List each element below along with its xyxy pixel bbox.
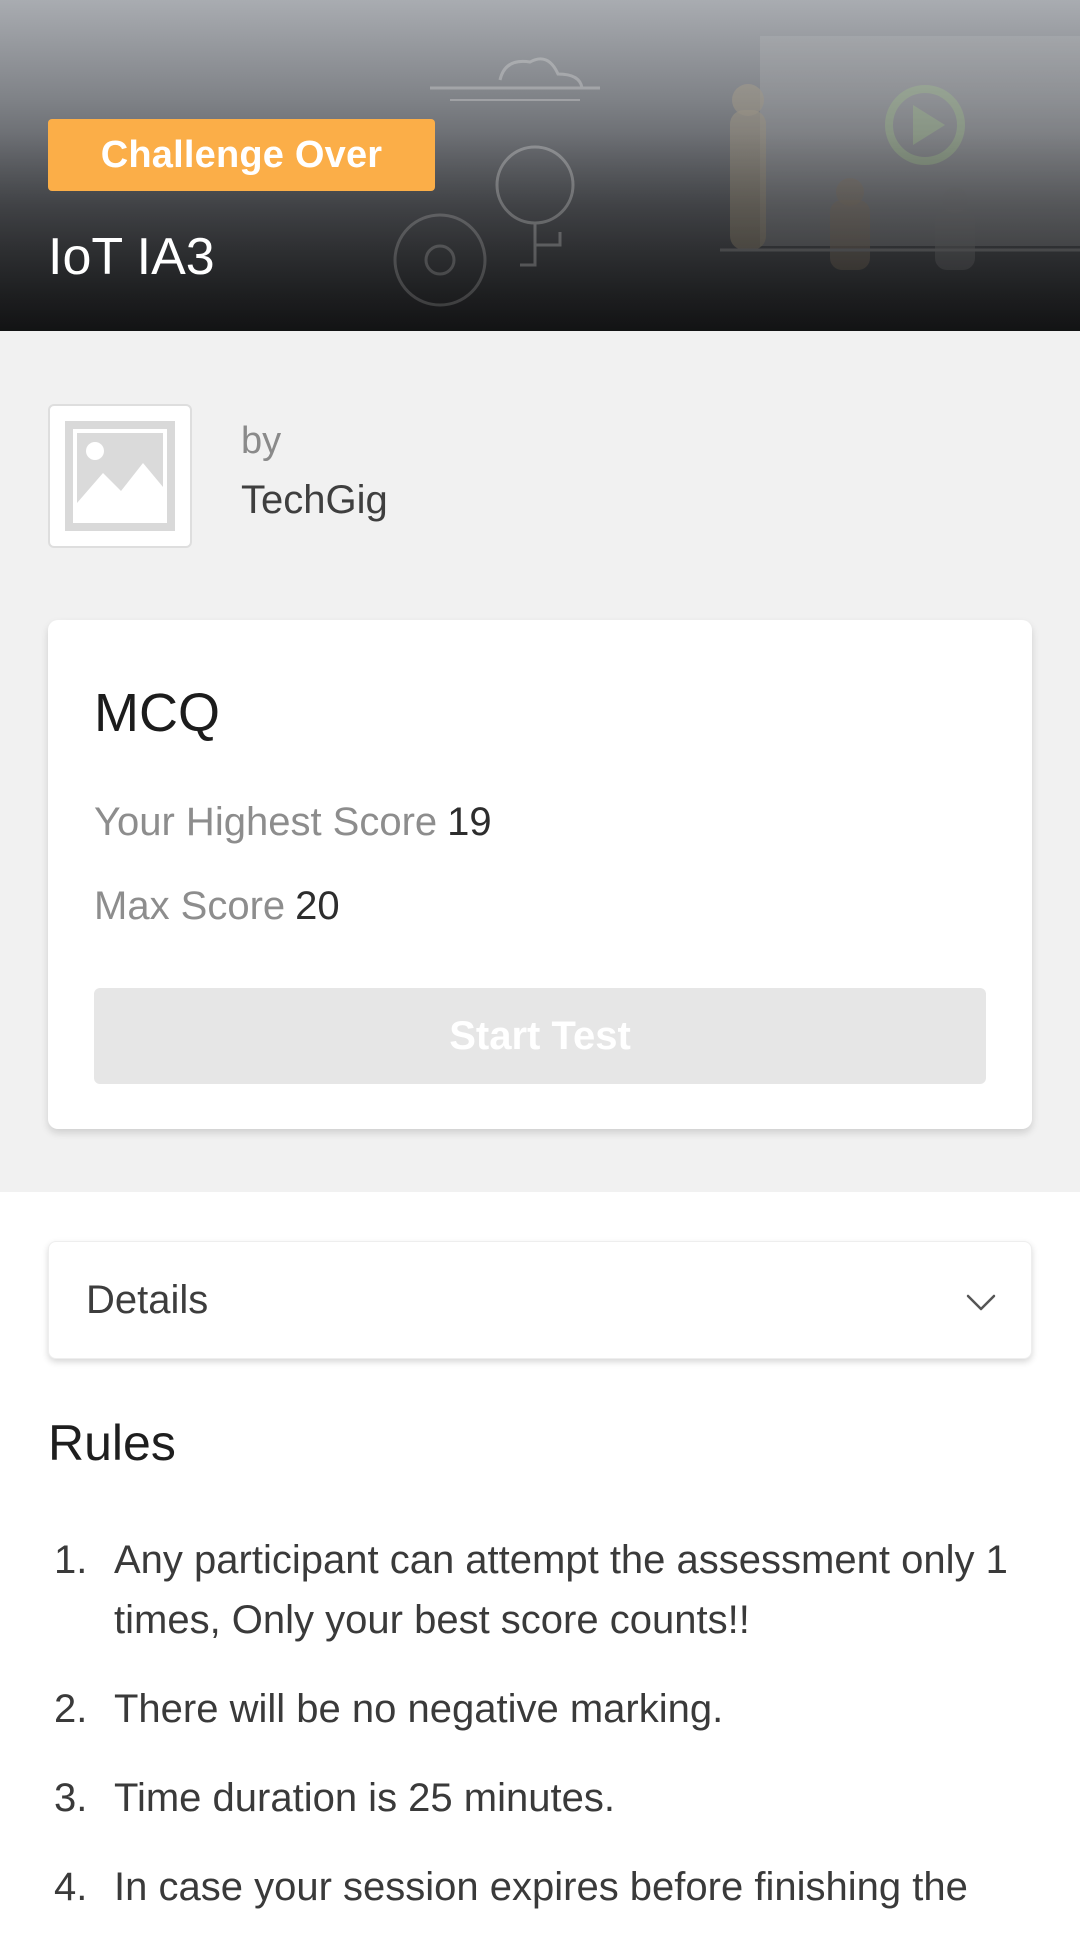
start-test-button[interactable]: Start Test	[94, 988, 986, 1084]
max-score-row: Max Score 20	[94, 884, 340, 929]
organizer-logo	[48, 404, 192, 548]
rule-number: 4.	[54, 1865, 88, 1909]
details-accordion[interactable]: Details	[48, 1241, 1032, 1359]
rule-text: Time duration is 25 minutes.	[114, 1776, 615, 1820]
test-type-title: MCQ	[94, 683, 220, 743]
rule-text: Any participant can attempt the assessme…	[114, 1538, 1008, 1642]
details-label: Details	[86, 1278, 209, 1322]
rules-list: 1. Any participant can attempt the assess…	[48, 1530, 1032, 1946]
highest-score-value: 19	[447, 800, 492, 844]
highest-score-label: Your Highest Score	[94, 800, 438, 844]
image-placeholder-icon	[65, 421, 175, 531]
highest-score-row: Your Highest Score 19	[94, 800, 492, 845]
rule-item: 4. In case your session expires before fi…	[48, 1857, 1032, 1917]
test-card: MCQ Your Highest Score 19 Max Score 20 Sta…	[48, 620, 1032, 1129]
rules-heading: Rules	[48, 1415, 176, 1471]
rule-text: There will be no negative marking.	[114, 1687, 724, 1731]
rule-text: In case your session expires before fini…	[114, 1865, 968, 1909]
challenge-banner: Challenge Over IoT IA3	[0, 0, 1080, 331]
page-title: IoT IA3	[48, 228, 215, 286]
chevron-down-icon[interactable]	[965, 1286, 997, 1318]
rule-item: 1. Any participant can attempt the assess…	[48, 1530, 1032, 1650]
organizer-by-label: by	[241, 420, 282, 462]
max-score-value: 20	[295, 884, 340, 928]
rule-item: 3. Time duration is 25 minutes.	[48, 1768, 1032, 1828]
status-badge: Challenge Over	[48, 119, 435, 191]
max-score-label: Max Score	[94, 884, 286, 928]
rule-number: 1.	[54, 1538, 88, 1582]
rule-number: 2.	[54, 1687, 88, 1731]
rule-number: 3.	[54, 1776, 88, 1820]
organizer-name[interactable]: TechGig	[241, 478, 388, 523]
rule-item: 2. There will be no negative marking.	[48, 1679, 1032, 1739]
